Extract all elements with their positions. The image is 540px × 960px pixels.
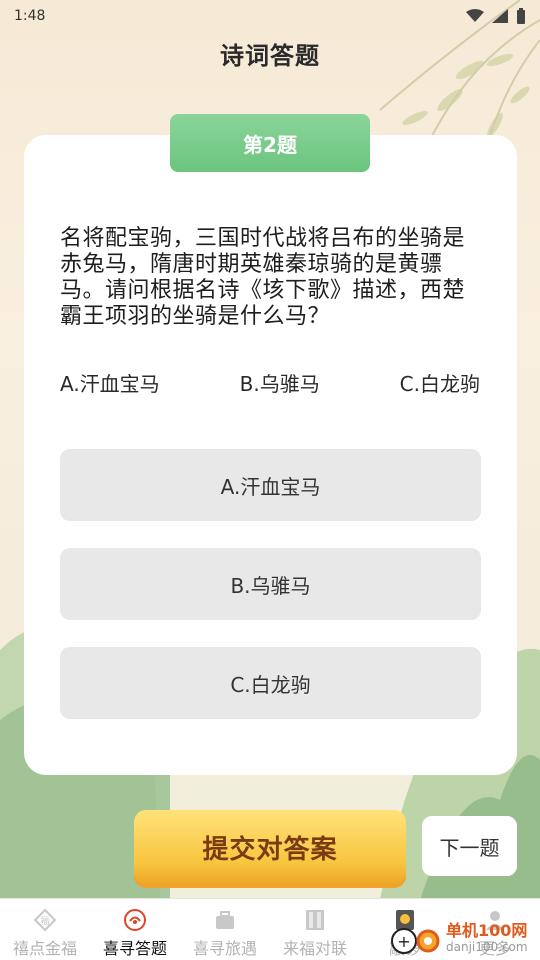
status-icons bbox=[466, 8, 526, 24]
tab-label: 禧点金福 bbox=[12, 939, 77, 958]
status-bar: 1:48 bbox=[0, 0, 540, 32]
question-number-tag: 第2题 bbox=[170, 114, 370, 172]
page-title: 诗词答题 bbox=[220, 42, 320, 70]
watermark-text: 单机100网 danji100.com bbox=[446, 923, 528, 955]
status-time: 1:48 bbox=[14, 8, 46, 24]
choice-c-button[interactable]: C.白龙驹 bbox=[60, 647, 481, 719]
submit-answer-button[interactable]: 提交对答案 bbox=[134, 810, 406, 884]
tab-label: 喜寻答题 bbox=[102, 939, 167, 958]
svg-text:+: + bbox=[397, 932, 410, 951]
tab-quiz[interactable]: 喜寻答题 bbox=[90, 899, 180, 960]
quiz-icon bbox=[121, 907, 149, 933]
tab-label: 来福对联 bbox=[282, 939, 347, 958]
choice-a-button[interactable]: A.汗血宝马 bbox=[60, 449, 481, 521]
tab-label: 喜寻旅遇 bbox=[192, 939, 257, 958]
watermark-url: danji100.com bbox=[446, 940, 528, 954]
question-text: 名将配宝驹，三国时代战将吕布的坐骑是赤兔马，隋唐时期英雄秦琼骑的是黄骠马。请问根… bbox=[60, 226, 466, 329]
battery-icon bbox=[517, 8, 525, 24]
wifi-icon bbox=[466, 9, 484, 22]
inline-option-c: C.白龙驹 bbox=[399, 372, 480, 396]
inline-option-a: A.汗血宝马 bbox=[60, 372, 160, 396]
svg-text:福: 福 bbox=[40, 915, 49, 927]
blessing-icon: 福 bbox=[31, 907, 59, 933]
site-watermark: + 单机100网 danji100.com bbox=[390, 918, 540, 960]
watermark-logo-icon: + bbox=[391, 928, 440, 954]
tab-couplets[interactable]: 来福对联 bbox=[270, 899, 360, 960]
inline-option-b: B.乌骓马 bbox=[239, 372, 320, 396]
inline-options: A.汗血宝马 B.乌骓马 C.白龙驹 bbox=[60, 368, 480, 397]
tab-blessing-gold[interactable]: 福 禧点金福 bbox=[0, 899, 90, 960]
couplet-icon bbox=[301, 907, 329, 933]
suitcase-icon bbox=[211, 907, 239, 933]
next-question-button[interactable]: 下一题 bbox=[422, 816, 517, 876]
choice-b-button[interactable]: B.乌骓马 bbox=[60, 548, 481, 620]
watermark-name: 单机100网 bbox=[446, 921, 528, 940]
tab-travel[interactable]: 喜寻旅遇 bbox=[180, 899, 270, 960]
signal-icon bbox=[492, 9, 508, 23]
